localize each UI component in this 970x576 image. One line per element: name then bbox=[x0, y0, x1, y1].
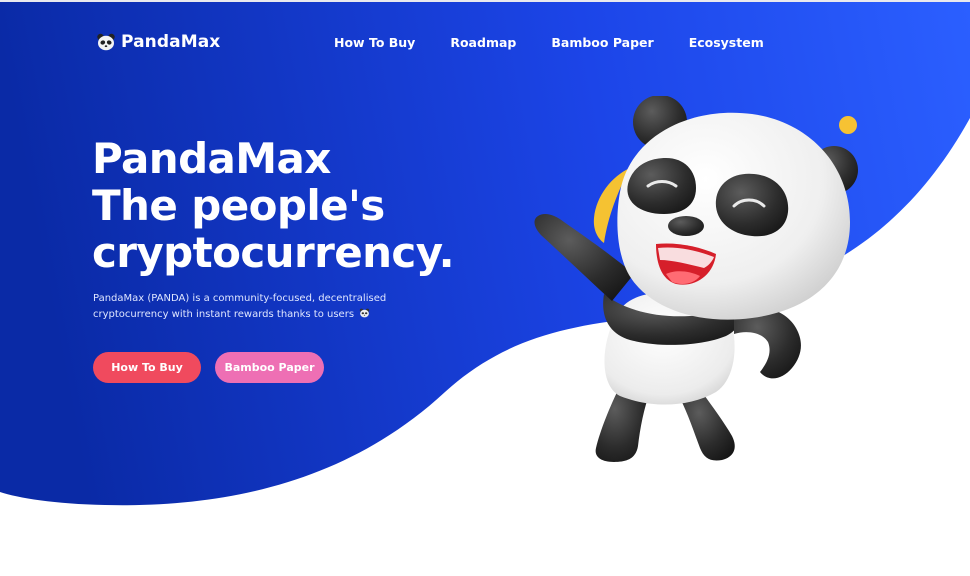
top-navigation: PandaMax How To Buy Roadmap Bamboo Paper… bbox=[0, 0, 970, 88]
brand-name: PandaMax bbox=[121, 32, 221, 52]
landing-page: PandaMax How To Buy Roadmap Bamboo Paper… bbox=[0, 0, 970, 576]
nav-ecosystem[interactable]: Ecosystem bbox=[689, 35, 764, 50]
hero-description: PandaMax (PANDA) is a community-focused,… bbox=[93, 291, 413, 323]
brand-logo[interactable]: PandaMax bbox=[96, 32, 220, 52]
description-line-1: PandaMax (PANDA) is a community-focused,… bbox=[93, 293, 387, 304]
panda-emoji-icon bbox=[360, 308, 370, 318]
headline-line-2: The people's bbox=[92, 181, 385, 230]
headline-line-3: cryptocurrency. bbox=[92, 228, 455, 277]
description-line-2: cryptocurrency with instant rewards than… bbox=[93, 309, 355, 320]
bamboo-paper-button[interactable]: Bamboo Paper bbox=[215, 352, 324, 383]
nav-roadmap[interactable]: Roadmap bbox=[450, 35, 516, 50]
nav-how-to-buy[interactable]: How To Buy bbox=[334, 35, 415, 50]
headline-line-1: PandaMax bbox=[92, 134, 331, 183]
accent-dot-small bbox=[839, 116, 857, 134]
how-to-buy-button[interactable]: How To Buy bbox=[93, 352, 201, 383]
nav-bamboo-paper[interactable]: Bamboo Paper bbox=[551, 35, 653, 50]
hero-headline: PandaMax The people's cryptocurrency. bbox=[92, 134, 455, 277]
panda-head-icon bbox=[97, 33, 115, 51]
nav-links: How To Buy Roadmap Bamboo Paper Ecosyste… bbox=[334, 35, 799, 50]
panda-illustration bbox=[534, 96, 858, 462]
